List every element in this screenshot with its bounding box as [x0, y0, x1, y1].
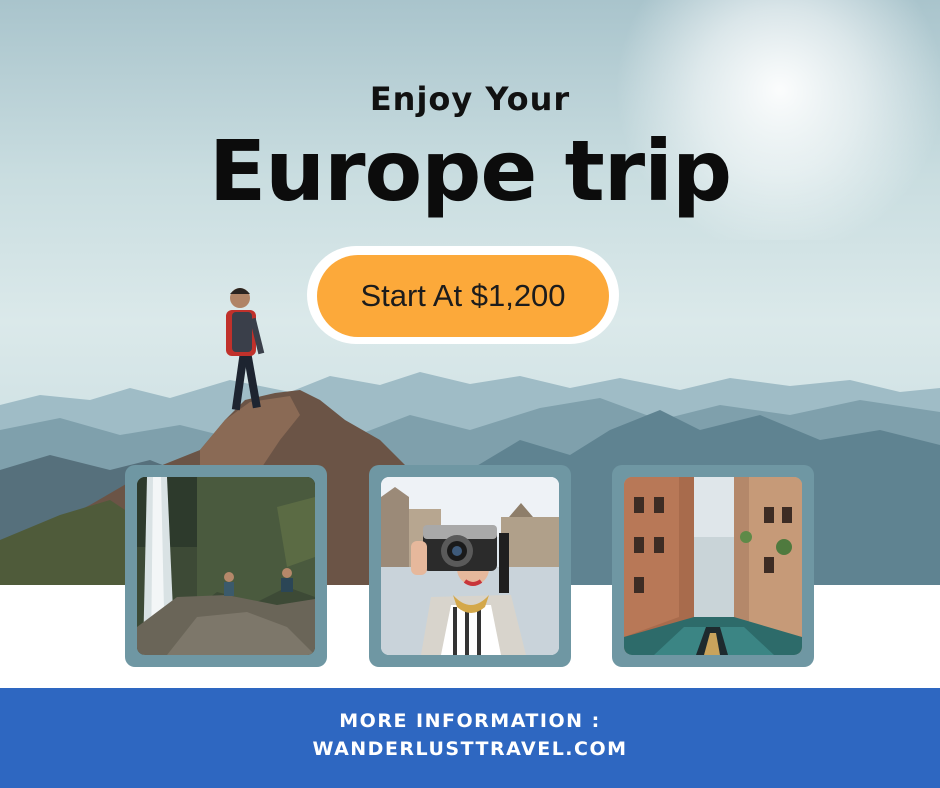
footer-bar: MORE INFORMATION : WANDERLUSTTRAVEL.COM: [0, 688, 940, 788]
headline-enjoy-your: Enjoy Your: [369, 80, 571, 118]
photo-frame-waterfall: [125, 465, 327, 667]
website-link[interactable]: WANDERLUSTTRAVEL.COM: [0, 738, 940, 760]
more-information-label: MORE INFORMATION :: [339, 710, 601, 732]
start-price-button[interactable]: Start At $1,200: [317, 255, 609, 337]
photo-frame-canal: [612, 465, 814, 667]
photo-frame-camera: [369, 465, 571, 667]
canal-photo: [624, 477, 802, 655]
waterfall-photo: [137, 477, 315, 655]
headline-europe-trip: Europe trip: [208, 122, 732, 220]
camera-tourist-photo: [381, 477, 559, 655]
